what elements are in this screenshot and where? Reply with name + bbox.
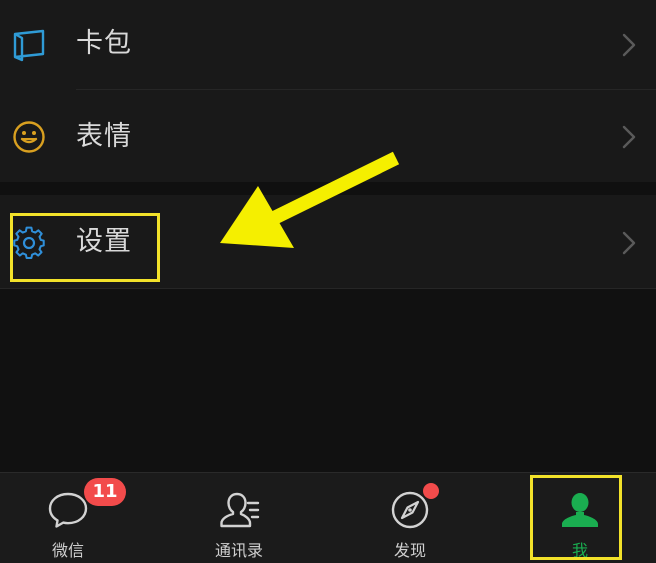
tab-contacts[interactable]: 通讯录 [179,473,299,563]
contacts-icon [220,492,260,528]
tab-label: 发现 [393,541,426,560]
smiley-face-icon [13,121,45,153]
settings-highlight-box [10,213,160,282]
chevron-right-icon [622,33,636,57]
tab-discover[interactable]: 发现 [350,473,470,563]
annotation-arrow-icon [220,151,400,248]
notification-dot [423,483,439,499]
menu-item-wallet[interactable]: 卡包 [0,0,656,90]
menu-item-label: 表情 [76,121,132,152]
tab-label: 通讯录 [214,541,263,560]
me-tab-highlight-box [530,475,622,560]
menu-item-label: 卡包 [76,28,132,59]
chevron-right-icon [622,125,636,149]
wallet-card-icon [13,29,45,62]
chat-bubble-icon [48,492,88,528]
chevron-right-icon [622,231,636,255]
row-divider [0,288,656,289]
tab-label: 微信 [51,541,84,560]
unread-badge: 11 [84,478,126,506]
